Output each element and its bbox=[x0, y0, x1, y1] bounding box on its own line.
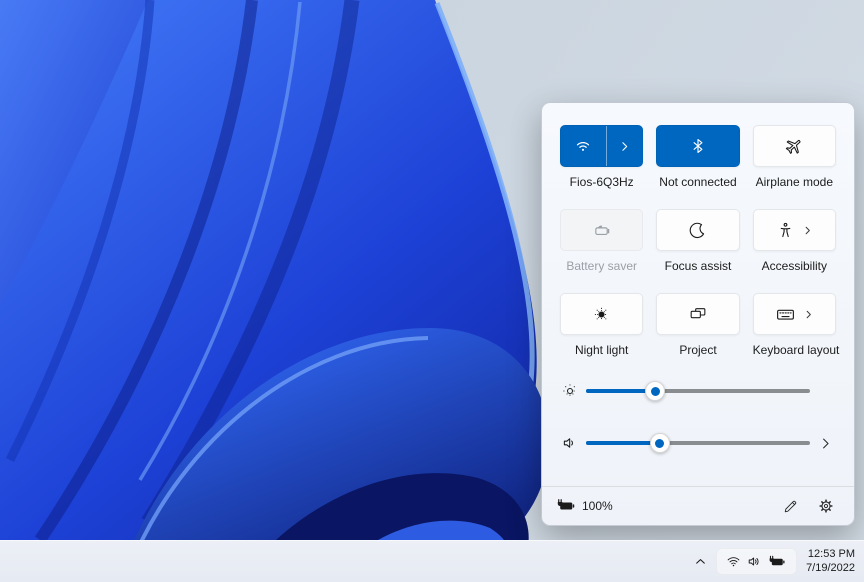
bluetooth-button[interactable] bbox=[656, 125, 739, 167]
tile-project: Project bbox=[656, 293, 739, 357]
tile-row-2: Battery saver Focus assist bbox=[560, 209, 836, 273]
tray-overflow-button[interactable] bbox=[688, 549, 712, 575]
project-button[interactable] bbox=[656, 293, 739, 335]
volume-expand-button[interactable] bbox=[814, 430, 836, 456]
keyboard-layout-button[interactable] bbox=[753, 293, 836, 335]
tray-volume-icon bbox=[747, 554, 762, 569]
taskbar: 12:53 PM 7/19/2022 bbox=[0, 540, 864, 582]
wifi-expand-button[interactable] bbox=[607, 126, 643, 166]
tile-row-1: Fios-6Q3Hz Not connected bbox=[560, 125, 836, 189]
project-label: Project bbox=[656, 343, 739, 357]
night-light-button[interactable] bbox=[560, 293, 643, 335]
accessibility-icon bbox=[776, 221, 795, 240]
chevron-right-icon bbox=[618, 140, 631, 153]
battery-charging-icon bbox=[556, 498, 577, 514]
wifi-icon bbox=[573, 136, 593, 156]
bluetooth-icon bbox=[689, 137, 707, 155]
brightness-thumb[interactable] bbox=[645, 381, 665, 401]
battery-percent-text: 100% bbox=[582, 499, 613, 513]
project-screens-icon bbox=[688, 304, 708, 324]
tile-accessibility: Accessibility bbox=[753, 209, 836, 273]
accessibility-button[interactable] bbox=[753, 209, 836, 251]
clock-date: 7/19/2022 bbox=[806, 562, 855, 576]
sliders-section bbox=[542, 377, 854, 457]
battery-saver-label: Battery saver bbox=[560, 259, 643, 273]
quick-settings-panel: Fios-6Q3Hz Not connected bbox=[541, 102, 855, 526]
wifi-toggle[interactable] bbox=[561, 126, 606, 166]
airplane-icon bbox=[784, 136, 804, 156]
tile-battery-saver: Battery saver bbox=[560, 209, 643, 273]
settings-gear-icon[interactable] bbox=[812, 493, 840, 519]
volume-slider-row bbox=[560, 429, 836, 457]
battery-status[interactable]: 100% bbox=[556, 498, 613, 514]
night-light-label: Night light bbox=[560, 343, 643, 357]
quick-settings-grid: Fios-6Q3Hz Not connected bbox=[542, 103, 854, 357]
tile-airplane-mode: Airplane mode bbox=[753, 125, 836, 189]
battery-saver-icon bbox=[591, 220, 612, 241]
airplane-mode-button[interactable] bbox=[753, 125, 836, 167]
tile-wifi: Fios-6Q3Hz bbox=[560, 125, 643, 189]
moon-icon bbox=[688, 221, 707, 240]
bluetooth-label: Not connected bbox=[656, 175, 739, 189]
tile-row-3: Night light Project bbox=[560, 293, 836, 357]
accessibility-chevron-icon bbox=[802, 225, 813, 236]
desktop-screen: Fios-6Q3Hz Not connected bbox=[0, 0, 864, 582]
tile-focus-assist: Focus assist bbox=[656, 209, 739, 273]
accessibility-label: Accessibility bbox=[753, 259, 836, 273]
tile-night-light: Night light bbox=[560, 293, 643, 357]
clock-time: 12:53 PM bbox=[806, 548, 855, 562]
panel-footer: 100% bbox=[542, 486, 854, 525]
airplane-mode-label: Airplane mode bbox=[753, 175, 836, 189]
quick-settings-tray-button[interactable] bbox=[716, 548, 797, 575]
volume-slider[interactable] bbox=[586, 434, 810, 452]
focus-assist-button[interactable] bbox=[656, 209, 739, 251]
system-tray: 12:53 PM 7/19/2022 bbox=[688, 541, 859, 582]
brightness-slider[interactable] bbox=[586, 382, 810, 400]
keyboard-icon bbox=[775, 304, 796, 325]
wifi-label: Fios-6Q3Hz bbox=[560, 175, 643, 189]
focus-assist-label: Focus assist bbox=[656, 259, 739, 273]
taskbar-clock[interactable]: 12:53 PM 7/19/2022 bbox=[806, 548, 855, 575]
brightness-slider-row bbox=[560, 377, 836, 405]
sun-icon bbox=[592, 305, 611, 324]
keyboard-layout-label: Keyboard layout bbox=[753, 343, 836, 357]
chevron-up-icon bbox=[694, 555, 707, 568]
tray-wifi-icon bbox=[726, 554, 741, 569]
tile-bluetooth: Not connected bbox=[656, 125, 739, 189]
tile-keyboard-layout: Keyboard layout bbox=[753, 293, 836, 357]
speaker-icon bbox=[560, 434, 580, 452]
tray-battery-charging-icon bbox=[768, 555, 787, 569]
brightness-icon bbox=[560, 382, 580, 400]
volume-fill bbox=[586, 441, 660, 445]
wifi-button[interactable] bbox=[560, 125, 643, 167]
keyboard-layout-chevron-icon bbox=[803, 309, 814, 320]
edit-quick-settings-button[interactable] bbox=[776, 493, 804, 519]
volume-thumb[interactable] bbox=[650, 433, 670, 453]
battery-saver-button bbox=[560, 209, 643, 251]
